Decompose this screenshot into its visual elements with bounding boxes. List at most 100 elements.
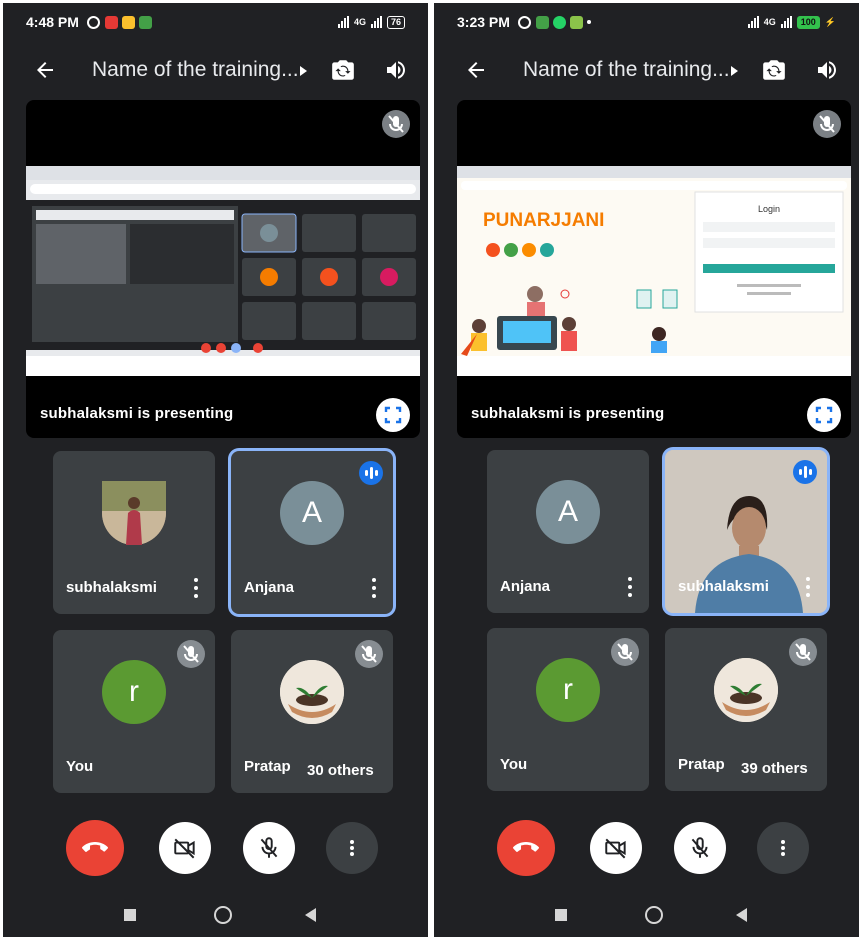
muted-mic-icon [611, 638, 639, 666]
phone-screen-right: 3:23 PM 4G 100 ⚡ Name of the training...… [431, 0, 862, 940]
status-bar: 4:48 PM 4G 76 [0, 8, 431, 36]
end-call-button[interactable] [497, 820, 555, 876]
back-arrow-icon[interactable] [32, 58, 58, 82]
speaking-indicator-icon [359, 461, 383, 485]
participant-name: Anjana [500, 578, 551, 595]
fullscreen-button[interactable] [807, 398, 841, 432]
login-heading: Login [758, 204, 780, 214]
avatar: A [280, 480, 344, 545]
hang-up-icon [82, 842, 108, 852]
participant-name: Pratap [678, 756, 725, 773]
youtube-icon [104, 15, 118, 29]
participant-name: subhalaksmi [66, 579, 157, 596]
participant-name: You [500, 756, 528, 773]
charging-icon: ⚡ [824, 16, 836, 27]
whatsapp-icon [552, 15, 566, 29]
meeting-title[interactable]: Name of the training... [523, 58, 730, 82]
speaker-icon[interactable] [384, 58, 408, 82]
participant-tile-subhalaksmi[interactable]: subhalaksmi [665, 450, 827, 613]
status-bar: 3:23 PM 4G 100 ⚡ [431, 8, 862, 36]
status-time: 4:48 PM [26, 14, 79, 30]
avatar: r [536, 657, 600, 722]
signal-icon [780, 16, 792, 28]
muted-mic-icon [382, 110, 410, 138]
more-options-icon[interactable] [805, 575, 811, 597]
muted-mic-icon [355, 640, 383, 668]
avatar: r [102, 659, 166, 724]
meeting-title[interactable]: Name of the training... [92, 58, 299, 82]
back-nav-icon[interactable] [305, 908, 316, 922]
mic-off-icon [691, 837, 709, 858]
speaking-indicator-icon [793, 460, 817, 484]
camera-off-icon [605, 838, 626, 859]
presentation-view: PUNARJJANI Login subhalaksmi is presenti… [457, 100, 851, 438]
back-nav-icon[interactable] [736, 908, 747, 922]
participant-name: subhalaksmi [678, 578, 769, 595]
notification-dot-icon [586, 20, 591, 24]
more-options-icon[interactable] [371, 576, 377, 598]
avatar-plant-photo [714, 657, 778, 722]
phone-screen-left: 4:48 PM 4G 76 Name of the training... su… [0, 0, 431, 940]
fullscreen-button[interactable] [376, 398, 410, 432]
muted-mic-icon [177, 640, 205, 668]
switch-camera-icon[interactable] [761, 57, 787, 83]
avatar-photo [102, 480, 166, 545]
hang-up-icon [513, 842, 539, 852]
mic-toggle-button[interactable] [243, 822, 295, 874]
home-nav-icon[interactable] [645, 906, 663, 924]
recents-nav-icon[interactable] [124, 909, 136, 921]
avatar: A [536, 479, 600, 544]
android-nav-bar [431, 900, 862, 930]
title-expand-icon[interactable] [731, 66, 738, 76]
network-label: 4G [353, 17, 366, 27]
home-nav-icon[interactable] [214, 906, 232, 924]
back-arrow-icon[interactable] [463, 58, 489, 82]
participant-tile-others[interactable]: Pratap 30 others [231, 630, 393, 793]
app-notification-icon [121, 15, 135, 29]
participant-tile-you[interactable]: r You [487, 628, 649, 791]
more-options-button[interactable] [326, 822, 378, 874]
switch-camera-icon[interactable] [330, 57, 356, 83]
more-vert-icon [781, 840, 785, 856]
others-count: 30 others [301, 760, 380, 781]
signal-icon [370, 16, 382, 28]
shared-screen [26, 166, 420, 376]
presenting-label: subhalaksmi is presenting [40, 405, 234, 422]
more-options-icon[interactable] [627, 575, 633, 597]
participant-tile-you[interactable]: r You [53, 630, 215, 793]
battery-level: 76 [386, 15, 405, 29]
fullscreen-icon [815, 406, 833, 424]
avatar-plant-photo [280, 659, 344, 724]
alarm-icon [517, 15, 531, 29]
fullscreen-icon [384, 406, 402, 424]
title-expand-icon[interactable] [300, 66, 307, 76]
mic-toggle-button[interactable] [674, 822, 726, 874]
app-notification-icon [535, 15, 549, 29]
participant-name: Anjana [244, 579, 295, 596]
participant-name: You [66, 758, 94, 775]
camera-off-icon [174, 838, 195, 859]
end-call-button[interactable] [66, 820, 124, 876]
participant-name: Pratap [244, 758, 291, 775]
participant-tile-others[interactable]: Pratap 39 others [665, 628, 827, 791]
muted-mic-icon [789, 638, 817, 666]
participant-tile-anjana[interactable]: A Anjana [487, 450, 649, 613]
chrome-icon [138, 15, 152, 29]
recents-nav-icon[interactable] [555, 909, 567, 921]
participant-tile-anjana[interactable]: A Anjana [231, 451, 393, 614]
others-count: 39 others [735, 758, 814, 779]
speaker-icon[interactable] [815, 58, 839, 82]
camera-toggle-button[interactable] [159, 822, 211, 874]
battery-level: 100 [796, 15, 820, 29]
network-label: 4G [763, 17, 776, 27]
more-options-button[interactable] [757, 822, 809, 874]
signal-icon [337, 16, 349, 28]
brand-text: PUNARJJANI [483, 210, 604, 231]
more-options-icon[interactable] [193, 576, 199, 598]
meeting-header: Name of the training... [0, 50, 431, 90]
camera-toggle-button[interactable] [590, 822, 642, 874]
participant-tile-subhalaksmi[interactable]: subhalaksmi [53, 451, 215, 614]
alarm-icon [86, 15, 100, 29]
status-time: 3:23 PM [457, 14, 510, 30]
mic-off-icon [260, 837, 278, 858]
